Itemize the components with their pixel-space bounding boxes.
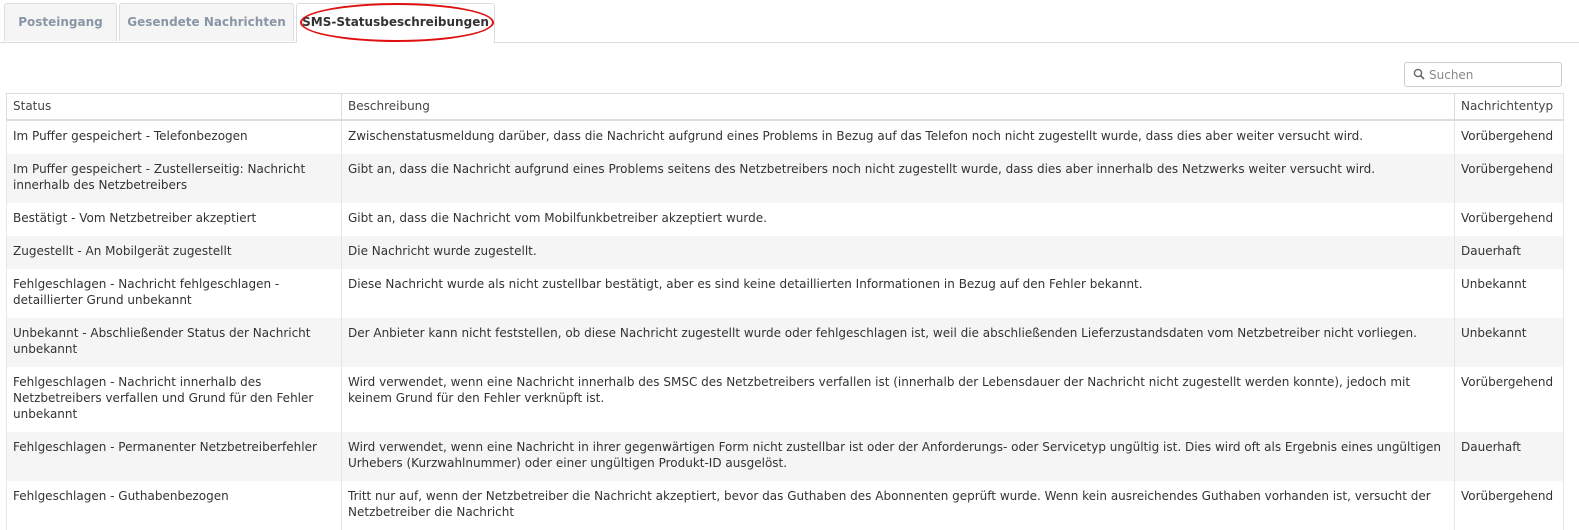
type-cell: Vorübergehend (1454, 202, 1564, 236)
search-icon (1413, 68, 1425, 80)
column-header-type[interactable]: Nachrichtentyp (1454, 93, 1564, 121)
type-cell: Unbekannt (1454, 317, 1564, 367)
search-box[interactable] (1404, 62, 1562, 87)
tab-bar: Posteingang Gesendete Nachrichten SMS-St… (0, 0, 1579, 43)
table-row: Fehlgeschlagen - Guthabenbezogen Tritt n… (6, 480, 1564, 530)
table-row: Bestätigt - Vom Netzbetreiber akzeptiert… (6, 202, 1564, 236)
table-row: Fehlgeschlagen - Permanenter Netzbetreib… (6, 431, 1564, 481)
type-cell: Vorübergehend (1454, 366, 1564, 432)
status-cell: Zugestellt - An Mobilgerät zugestellt (6, 235, 342, 269)
status-cell: Unbekannt - Abschließender Status der Na… (6, 317, 342, 367)
status-cell: Fehlgeschlagen - Guthabenbezogen (6, 480, 342, 530)
table-row: Unbekannt - Abschließender Status der Na… (6, 317, 1564, 367)
status-cell: Fehlgeschlagen - Nachricht fehlgeschlage… (6, 268, 342, 318)
description-cell: Die Nachricht wurde zugestellt. (341, 235, 1455, 269)
description-cell: Tritt nur auf, wenn der Netzbetreiber di… (341, 480, 1455, 530)
table-row: Fehlgeschlagen - Nachricht innerhalb des… (6, 366, 1564, 432)
column-header-status[interactable]: Status (6, 93, 342, 121)
tab-posteingang[interactable]: Posteingang (4, 3, 117, 41)
search-input[interactable] (1429, 65, 1557, 84)
status-cell: Bestätigt - Vom Netzbetreiber akzeptiert (6, 202, 342, 236)
table-row: Zugestellt - An Mobilgerät zugestellt Di… (6, 235, 1564, 269)
description-cell: Der Anbieter kann nicht feststellen, ob … (341, 317, 1455, 367)
type-cell: Vorübergehend (1454, 153, 1564, 203)
type-cell: Dauerhaft (1454, 235, 1564, 269)
description-cell: Gibt an, dass die Nachricht aufgrund ein… (341, 153, 1455, 203)
table-header-row: Status Beschreibung Nachrichtentyp (6, 93, 1564, 121)
status-cell: Fehlgeschlagen - Nachricht innerhalb des… (6, 366, 342, 432)
table-row: Fehlgeschlagen - Nachricht fehlgeschlage… (6, 268, 1564, 318)
type-cell: Vorübergehend (1454, 480, 1564, 530)
description-cell: Gibt an, dass die Nachricht vom Mobilfun… (341, 202, 1455, 236)
status-cell: Fehlgeschlagen - Permanenter Netzbetreib… (6, 431, 342, 481)
table-row: Im Puffer gespeichert - Zustellerseitig:… (6, 153, 1564, 203)
status-table: Status Beschreibung Nachrichtentyp Im Pu… (6, 93, 1564, 530)
tab-gesendete-nachrichten[interactable]: Gesendete Nachrichten (119, 3, 294, 41)
description-cell: Wird verwendet, wenn eine Nachricht in i… (341, 431, 1455, 481)
description-cell: Zwischenstatusmeldung darüber, dass die … (341, 119, 1455, 154)
description-cell: Diese Nachricht wurde als nicht zustellb… (341, 268, 1455, 318)
table-row: Im Puffer gespeichert - Telefonbezogen Z… (6, 119, 1564, 154)
status-cell: Im Puffer gespeichert - Zustellerseitig:… (6, 153, 342, 203)
tab-sms-statusbeschreibungen[interactable]: SMS-Statusbeschreibungen (296, 3, 495, 43)
type-cell: Dauerhaft (1454, 431, 1564, 481)
type-cell: Vorübergehend (1454, 119, 1564, 154)
status-cell: Im Puffer gespeichert - Telefonbezogen (6, 119, 342, 154)
column-header-description[interactable]: Beschreibung (341, 93, 1455, 121)
type-cell: Unbekannt (1454, 268, 1564, 318)
description-cell: Wird verwendet, wenn eine Nachricht inne… (341, 366, 1455, 432)
